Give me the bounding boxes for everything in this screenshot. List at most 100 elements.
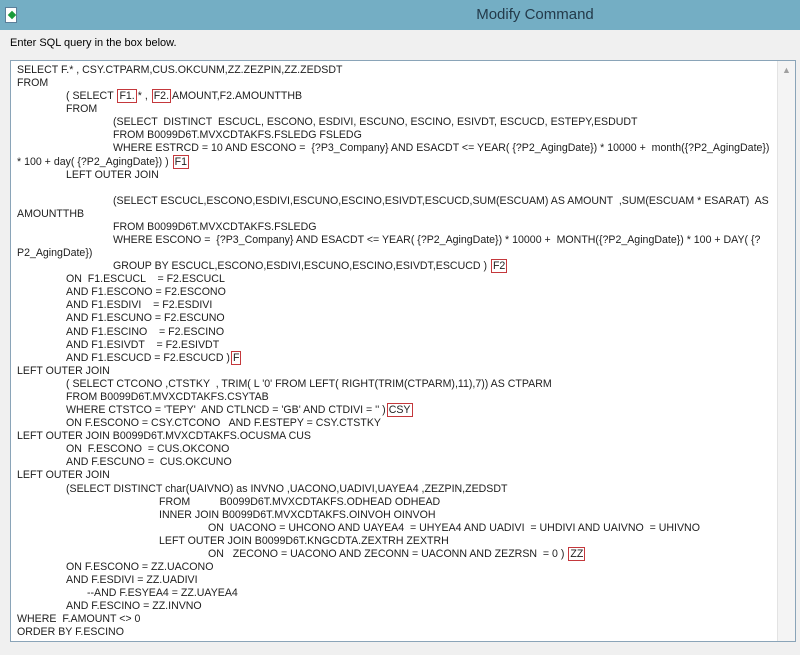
sql-text: FROM [17,77,49,90]
sql-text: AND F1.ESCUNO = F2.ESCUNO [66,312,225,325]
sql-text: WHERE ESTRCD = 10 AND ESCONO = {?P3_Comp… [113,142,770,155]
sql-line: ORDER BY F.ESCINO [17,626,769,639]
sql-line: ON F.ESCONO = CSY.CTCONO AND F.ESTEPY = … [17,417,769,430]
sql-query-text: SELECT F.* , CSY.CTPARM,CUS.OKCUNM,ZZ.ZE… [17,64,769,639]
sql-text: ON F.ESCONO = CSY.CTCONO AND F.ESTEPY = … [66,417,381,430]
highlighted-alias: F1 [172,154,189,169]
sql-line: LEFT OUTER JOIN [17,365,769,378]
sql-text: LEFT OUTER JOIN [17,364,110,377]
vertical-scrollbar[interactable]: ▲ [777,61,795,641]
sql-line: ( SELECT CTCONO ,CTSTKY , TRIM( L '0' FR… [17,378,769,391]
sql-line: AND F1.ESCONO = F2.ESCONO [17,286,769,299]
sql-line: P2_AgingDate}) [17,247,769,260]
sql-text: AND F1.ESCINO = F2.ESCINO [66,325,225,338]
sql-line: (SELECT DISTINCT ESCUCL, ESCONO, ESDIVI,… [17,116,769,129]
sql-line [17,182,769,195]
highlighted-alias: F1. [117,89,137,104]
sql-text: AMOUNT,F2.AMOUNTTHB [172,90,303,103]
sql-line: LEFT OUTER JOIN B0099D6T.KNGCDTA.ZEXTRH … [17,535,769,548]
sql-line: ON F1.ESCUCL = F2.ESCUCL [17,273,769,286]
sql-line: FROM B0099D6T.MVXCDTAKFS.ODHEAD ODHEAD [17,496,769,509]
sql-text: ON UACONO = UHCONO AND UAYEA4 = UHYEA4 A… [208,521,700,534]
sql-text: FROM [66,103,98,116]
sql-line: LEFT OUTER JOIN [17,469,769,482]
sql-text: P2_AgingDate}) [17,247,93,260]
sql-text: WHERE CTSTCO = 'TEPY' AND CTLNCD = 'GB' … [66,404,386,417]
highlighted-alias: F2 [490,259,508,274]
sql-line: ON F.ESCONO = ZZ.UACONO [17,561,769,574]
highlighted-alias: F [230,350,242,365]
sql-text: GROUP BY ESCUCL,ESCONO,ESDIVI,ESCUNO,ESC… [113,260,490,273]
sql-line: ON ZECONO = UACONO AND ZECONN = UACONN A… [17,546,769,561]
sql-line: WHERE ESTRCD = 10 AND ESCONO = {?P3_Comp… [17,142,769,155]
sql-line: GROUP BY ESCUCL,ESCONO,ESDIVI,ESCUNO,ESC… [17,259,769,274]
sql-text: ON F.ESCONO = ZZ.UACONO [66,560,214,573]
title-bar: Modify Command [0,0,800,30]
sql-text: (SELECT DISTINCT ESCUCL, ESCONO, ESDIVI,… [113,116,638,129]
sql-text: AND F.ESCINO = ZZ.INVNO [66,600,202,613]
sql-line: AND F.ESCINO = ZZ.INVNO [17,600,769,613]
scroll-up-arrow-icon[interactable]: ▲ [782,65,791,75]
sql-line: AND F.ESCUNO = CUS.OKCUNO [17,456,769,469]
sql-line: ( SELECT F1. * , F2. AMOUNT,F2.AMOUNTTHB [17,89,769,104]
window-title: Modify Command [476,6,594,23]
sql-text: ON F.ESCONO = CUS.OKCONO [66,443,230,456]
sql-text: FROM B0099D6T.MVXCDTAKFS.ODHEAD ODHEAD [159,495,441,508]
sql-line: LEFT OUTER JOIN [17,169,769,182]
sql-text: AND F1.ESIVDT = F2.ESIVDT [66,338,220,351]
sql-text: (SELECT ESCUCL,ESCONO,ESDIVI,ESCUNO,ESCI… [113,194,769,207]
sql-text: (SELECT DISTINCT char(UAIVNO) as INVNO ,… [66,482,508,495]
sql-text: AND F1.ESDIVI = F2.ESDIVI [66,299,213,312]
sql-text: * , [137,90,151,103]
sql-line: WHERE F.AMOUNT <> 0 [17,613,769,626]
sql-text: LEFT OUTER JOIN B0099D6T.MVXCDTAKFS.OCUS… [17,430,311,443]
sql-text: FROM B0099D6T.MVXCDTAKFS.CSYTAB [66,390,269,403]
sql-text: SELECT F.* , CSY.CTPARM,CUS.OKCUNM,ZZ.ZE… [17,64,343,76]
sql-line: AND F1.ESCUNO = F2.ESCUNO [17,312,769,325]
highlighted-alias: ZZ [568,546,586,561]
sql-text: FROM B0099D6T.MVXCDTAKFS.FSLEDG FSLEDG [113,129,362,142]
sql-text: ON ZECONO = UACONO AND ZECONN = UACONN A… [208,547,568,560]
sql-line: FROM [17,103,769,116]
sql-text: AND F1.ESCUCD = F2.ESCUCD ) [66,351,230,364]
sql-text: LEFT OUTER JOIN [17,469,110,482]
sql-text: ( SELECT [66,90,117,103]
sql-query-textarea[interactable]: SELECT F.* , CSY.CTPARM,CUS.OKCUNM,ZZ.ZE… [10,60,796,642]
sql-text: FROM B0099D6T.MVXCDTAKFS.FSLEDG [113,220,317,233]
sql-text: LEFT OUTER JOIN [66,168,159,181]
sql-text: AND F1.ESCONO = F2.ESCONO [66,286,226,299]
instruction-label: Enter SQL query in the box below. [10,37,177,49]
sql-text: AMOUNTTHB [17,207,85,220]
sql-line: ON F.ESCONO = CUS.OKCONO [17,443,769,456]
sql-line: (SELECT DISTINCT char(UAIVNO) as INVNO ,… [17,483,769,496]
sql-text: INNER JOIN B0099D6T.MVXCDTAKFS.OINVOH OI… [159,508,436,521]
sql-line: FROM B0099D6T.MVXCDTAKFS.FSLEDG FSLEDG [17,129,769,142]
sql-text: ON F1.ESCUCL = F2.ESCUCL [66,273,225,286]
sql-line: WHERE CTSTCO = 'TEPY' AND CTLNCD = 'GB' … [17,403,769,418]
sql-line: (SELECT ESCUCL,ESCONO,ESDIVI,ESCUNO,ESCI… [17,195,769,208]
sql-text: * 100 + day( {?P2_AgingDate}) ) [17,155,172,168]
sql-line: AND F.ESDIVI = ZZ.UADIVI [17,574,769,587]
highlighted-alias: F2. [151,89,172,104]
sql-line: WHERE ESCONO = {?P3_Company} AND ESACDT … [17,234,769,247]
sql-text: WHERE F.AMOUNT <> 0 [17,613,141,626]
sql-text: ORDER BY F.ESCINO [17,626,124,639]
sql-line: * 100 + day( {?P2_AgingDate}) ) F1 [17,154,769,169]
sql-line: ON UACONO = UHCONO AND UAYEA4 = UHYEA4 A… [17,522,769,535]
sql-line: AND F1.ESDIVI = F2.ESDIVI [17,299,769,312]
sql-text: WHERE ESCONO = {?P3_Company} AND ESACDT … [113,234,761,247]
highlighted-alias: CSY [386,403,413,418]
sql-line: INNER JOIN B0099D6T.MVXCDTAKFS.OINVOH OI… [17,509,769,522]
sql-text: AND F.ESCUNO = CUS.OKCUNO [66,456,232,469]
sql-line: SELECT F.* , CSY.CTPARM,CUS.OKCUNM,ZZ.ZE… [17,64,769,77]
sql-line: LEFT OUTER JOIN B0099D6T.MVXCDTAKFS.OCUS… [17,430,769,443]
sql-text: ( SELECT CTCONO ,CTSTKY , TRIM( L '0' FR… [66,377,552,390]
sql-line: FROM B0099D6T.MVXCDTAKFS.FSLEDG [17,221,769,234]
sql-line: AND F1.ESCUCD = F2.ESCUCD ) F [17,350,769,365]
sql-text: AND F.ESDIVI = ZZ.UADIVI [66,574,198,587]
sql-line: AMOUNTTHB [17,208,769,221]
sql-line: --AND F.ESYEA4 = ZZ.UAYEA4 [17,587,769,600]
sql-text: --AND F.ESYEA4 = ZZ.UAYEA4 [87,587,238,600]
sql-line: AND F1.ESIVDT = F2.ESIVDT [17,339,769,352]
sql-text: LEFT OUTER JOIN B0099D6T.KNGCDTA.ZEXTRH … [159,534,449,547]
